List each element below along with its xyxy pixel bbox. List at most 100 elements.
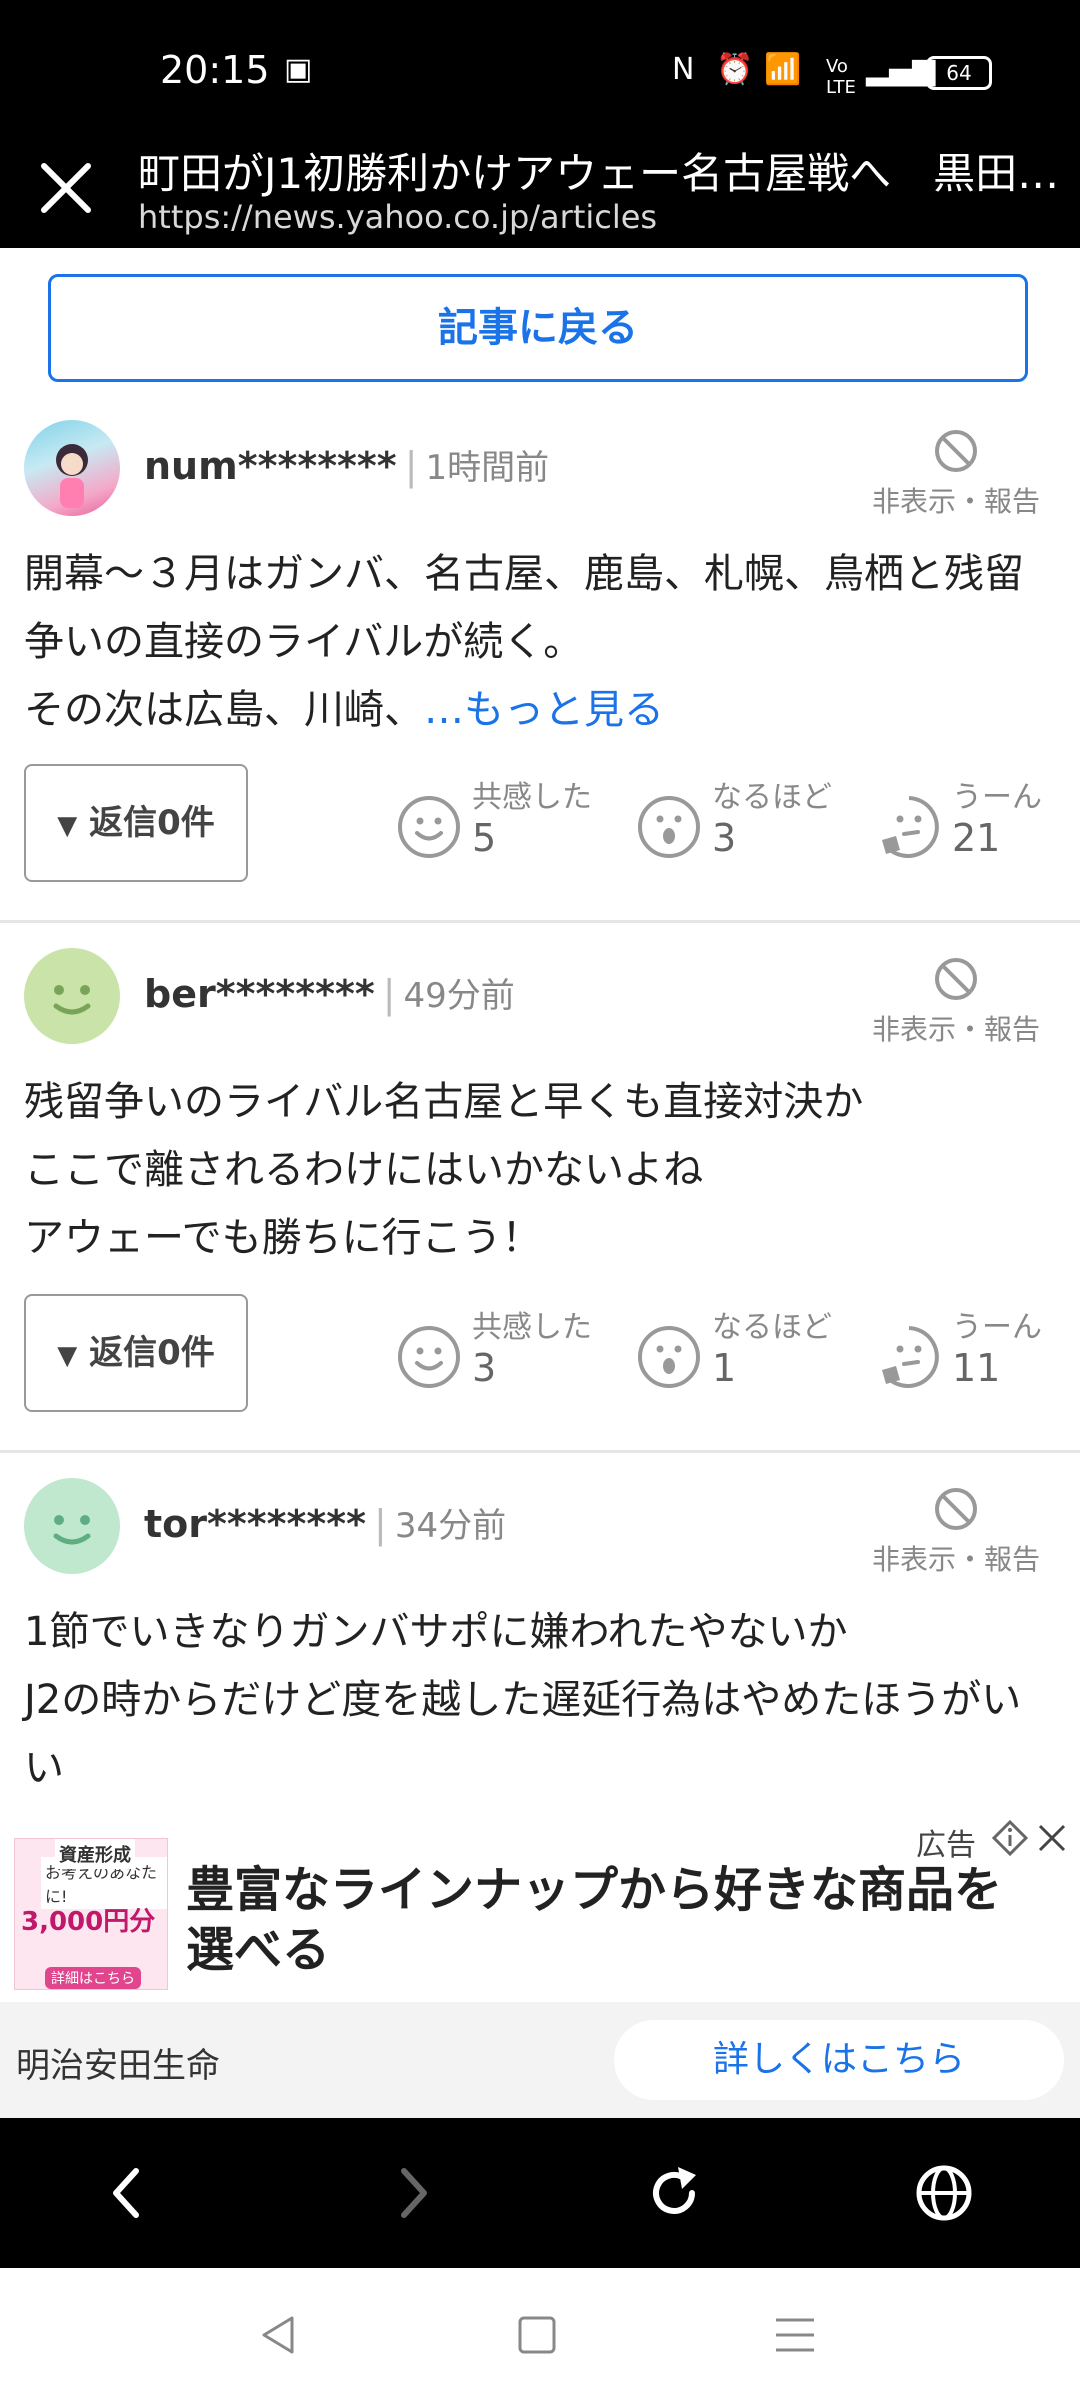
hide-report-button[interactable]: 非表示・報告 (856, 1478, 1056, 1578)
block-icon (935, 958, 977, 1000)
reaction-hmm-button[interactable]: うーん 11 (876, 1302, 1042, 1402)
ad-thumbnail[interactable]: お考えのあなたに! 資産形成 3,000円分 詳細はこちら (14, 1838, 168, 1990)
ad-headline[interactable]: 豊富なラインナップから好きな商品を選べる (186, 1860, 1046, 1980)
battery-icon: 64 (926, 56, 992, 90)
reaction-label: 共感した (472, 780, 592, 815)
comment-text: 開幕〜３月はガンバ、名古屋、鹿島、札幌、鳥栖と残留争いの直接のライバルが続く。 … (24, 540, 1054, 744)
reaction-empathy-button[interactable]: 共感した 5 (396, 772, 592, 872)
separator: | (374, 1502, 387, 1546)
thinking-icon (882, 1326, 939, 1388)
avatar[interactable] (24, 1478, 120, 1574)
ad-thumb-text: 3,000円分 (21, 1907, 156, 1937)
reaction-label: 共感した (472, 1310, 592, 1345)
back-to-article-button[interactable]: 記事に戻る (48, 274, 1028, 382)
nav-home-icon[interactable] (514, 2312, 560, 2358)
smile-icon (398, 796, 460, 858)
see-more-link[interactable]: …もっと見る (424, 687, 664, 733)
browser-nav-bar (0, 2118, 1080, 2268)
comment-time: 49分前 (403, 976, 515, 1016)
reload-icon[interactable] (644, 2163, 704, 2223)
surprised-icon (638, 796, 700, 858)
block-icon (935, 430, 977, 472)
reaction-label: うーん (952, 780, 1042, 815)
reply-count: 返信0件 (89, 1333, 215, 1373)
comment-text: 1節でいきなりガンバサポに嫌われたやないか J2の時からだけど度を越した遅延行為… (24, 1598, 1054, 1802)
comment-line: 1節でいきなりガンバサポに嫌われたやないか (24, 1609, 848, 1655)
signal-icon: ▂▄▆ (866, 52, 936, 87)
reaction-count: 3 (712, 816, 737, 860)
reaction-insight-button[interactable]: なるほど 3 (636, 772, 832, 872)
reaction-count: 21 (952, 816, 1001, 860)
username-text[interactable]: tor******** (144, 1502, 366, 1546)
browser-title-bar: 町田がJ1初勝利かけアウェー名古屋戦へ 黒田監督「厳しい戦いになる」 https… (0, 130, 1080, 248)
ad-info-icon[interactable] (992, 1820, 1028, 1856)
comment-line: ここで離されるわけにはいかないよね (24, 1147, 704, 1193)
back-arrow-icon[interactable] (98, 2163, 158, 2223)
reaction-label: なるほど (712, 1310, 832, 1345)
comment-line: 開幕〜３月はガンバ、名古屋、鹿島、札幌、鳥栖と残留争いの直接のライバルが続く。 (24, 551, 1024, 665)
comment-line: 残留争いのライバル名古屋と早くも直接対決か (24, 1079, 864, 1125)
separator: | (382, 972, 396, 1016)
ad-cta-button[interactable]: 詳しくはこちら (614, 2020, 1064, 2100)
reply-toggle-button[interactable]: ▼ 返信0件 (24, 1294, 248, 1412)
comment-text: 残留争いのライバル名古屋と早くも直接対決か ここで離されるわけにはいかないよね … (24, 1068, 1054, 1272)
reaction-count: 5 (472, 816, 497, 860)
avatar[interactable] (24, 420, 120, 516)
smile-icon (398, 1326, 460, 1388)
reaction-empathy-button[interactable]: 共感した 3 (396, 1302, 592, 1402)
ad-label: 広告 (916, 1828, 976, 1863)
reaction-label: うーん (952, 1310, 1042, 1345)
surprised-icon (638, 1326, 700, 1388)
alarm-icon: ⏰ (716, 52, 754, 87)
nav-menu-icon[interactable] (772, 2312, 818, 2358)
reaction-insight-button[interactable]: なるほど 1 (636, 1302, 832, 1402)
divider (0, 1450, 1080, 1453)
username-text[interactable]: ber******** (144, 972, 375, 1016)
username-text[interactable]: num******** (144, 444, 397, 488)
ad-footer: 明治安田生命 詳しくはこちら (0, 2002, 1080, 2118)
comment-username[interactable]: ber******** | 49分前 (144, 968, 515, 1017)
hide-report-button[interactable]: 非表示・報告 (856, 420, 1056, 520)
reaction-count: 3 (472, 1346, 497, 1390)
hide-report-label: 非表示・報告 (871, 485, 1040, 518)
globe-icon[interactable] (914, 2163, 974, 2223)
status-bar: 20:15 ▣ N ⏰ 📶 Vo LTE ▂▄▆ 64 (0, 0, 1080, 130)
page-title: 町田がJ1初勝利かけアウェー名古屋戦へ 黒田監督「厳しい戦いになる」 (138, 149, 1068, 198)
reply-count: 返信0件 (89, 803, 215, 843)
comment-time: 1時間前 (425, 448, 550, 488)
reaction-count: 11 (952, 1346, 1001, 1390)
comment-line: J2の時からだけど度を越した遅延行為はやめたほうがいい (24, 1677, 1022, 1791)
page-url: https://news.yahoo.co.jp/articles (138, 198, 658, 236)
caret-down-icon: ▼ (57, 811, 78, 841)
block-icon (935, 1488, 977, 1530)
nav-back-icon[interactable] (256, 2312, 302, 2358)
ad-close-icon[interactable] (1034, 1820, 1070, 1856)
reaction-hmm-button[interactable]: うーん 21 (876, 772, 1042, 872)
notification-app-icon: ▣ (284, 52, 313, 87)
close-icon[interactable] (28, 150, 104, 226)
hide-report-label: 非表示・報告 (871, 1013, 1040, 1046)
thinking-icon (882, 796, 939, 858)
forward-arrow-icon[interactable] (382, 2163, 442, 2223)
status-time: 20:15 (160, 48, 270, 92)
reaction-count: 1 (712, 1346, 737, 1390)
comment-line: アウェーでも勝ちに行こう！ (24, 1215, 542, 1261)
hide-report-label: 非表示・報告 (871, 1543, 1040, 1576)
ad-sponsor: 明治安田生命 (16, 2046, 220, 2086)
reply-toggle-button[interactable]: ▼ 返信0件 (24, 764, 248, 882)
separator: | (404, 444, 418, 488)
comment-username[interactable]: tor******** | 34分前 (144, 1498, 506, 1547)
avatar[interactable] (24, 948, 120, 1044)
ad-thumb-text: 詳細はこちら (45, 1967, 141, 1989)
reaction-label: なるほど (712, 780, 832, 815)
hide-report-button[interactable]: 非表示・報告 (856, 948, 1056, 1048)
wifi-icon: 📶 (764, 52, 802, 87)
caret-down-icon: ▼ (57, 1341, 78, 1371)
nfc-icon: N (672, 52, 695, 87)
divider (0, 920, 1080, 923)
volte-icon: Vo LTE (826, 56, 856, 98)
comment-time: 34分前 (394, 1506, 507, 1546)
comment-line: その次は広島、川崎、 (24, 687, 424, 733)
ad-thumb-text: 資産形成 (55, 1839, 135, 1869)
comment-username[interactable]: num******** | 1時間前 (144, 440, 549, 489)
